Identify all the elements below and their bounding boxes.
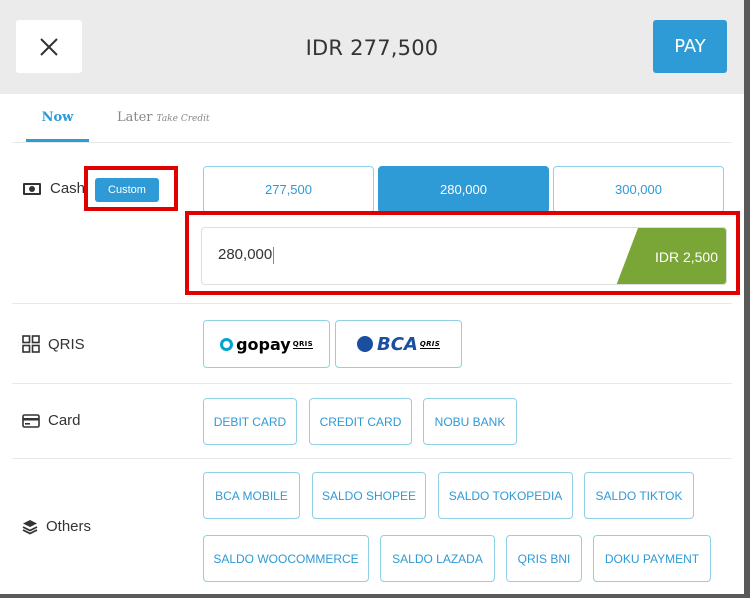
divider: [12, 383, 732, 384]
others-label: Others: [22, 518, 91, 535]
custom-amount-button[interactable]: Custom: [95, 178, 159, 202]
layers-icon: [22, 519, 38, 535]
gopay-qris-button[interactable]: gopay QRIS: [203, 320, 330, 368]
others-label-text: Others: [46, 518, 92, 535]
cash-input-value: 280,000: [218, 246, 275, 264]
divider: [12, 142, 732, 143]
bca-logo: BCA QRIS: [356, 334, 441, 355]
scrollbar[interactable]: [744, 0, 750, 598]
divider: [12, 303, 732, 304]
header-bar: IDR 277,500 PAY: [0, 0, 744, 94]
card-label: Card: [22, 412, 81, 429]
tab-now-label: Now: [41, 110, 74, 125]
tab-later-label: Later: [117, 110, 153, 125]
qris-bni-button[interactable]: QRIS BNI: [506, 535, 582, 582]
cash-label: Cash: [22, 180, 85, 197]
tab-now[interactable]: Now: [26, 110, 89, 142]
debit-card-button[interactable]: DEBIT CARD: [203, 398, 297, 445]
saldo-tiktok-button[interactable]: SALDO TIKTOK: [584, 472, 694, 519]
card-label-text: Card: [48, 412, 81, 429]
pay-button[interactable]: PAY: [653, 20, 727, 73]
gopay-logo: gopay QRIS: [220, 335, 313, 354]
tab-later[interactable]: Later Take Credit: [117, 110, 210, 125]
saldo-woocommerce-button[interactable]: SALDO WOOCOMMERCE: [203, 535, 369, 582]
payment-modal: IDR 277,500 PAY Now Later Take Credit Cas…: [0, 0, 744, 594]
cash-icon: [23, 182, 41, 195]
qris-label-text: QRIS: [48, 335, 85, 353]
cash-label-text: Cash: [50, 180, 86, 197]
divider: [12, 458, 732, 459]
cash-amount-300000[interactable]: 300,000: [553, 166, 724, 213]
credit-card-button[interactable]: CREDIT CARD: [309, 398, 412, 445]
bca-qris-button[interactable]: BCA QRIS: [335, 320, 462, 368]
cash-amount-280000[interactable]: 280,000: [378, 166, 549, 213]
doku-payment-button[interactable]: DOKU PAYMENT: [593, 535, 711, 582]
bca-mobile-button[interactable]: BCA MOBILE: [203, 472, 300, 519]
payment-tabs: Now Later Take Credit: [0, 94, 744, 142]
grid-icon: [22, 335, 40, 353]
saldo-shopee-button[interactable]: SALDO SHOPEE: [312, 472, 426, 519]
change-amount-tag: IDR 2,500: [616, 228, 726, 284]
nobu-bank-button[interactable]: NOBU BANK: [423, 398, 517, 445]
card-icon: [22, 413, 40, 428]
saldo-lazada-button[interactable]: SALDO LAZADA: [380, 535, 495, 582]
total-amount-title: IDR 277,500: [305, 36, 439, 60]
saldo-tokopedia-button[interactable]: SALDO TOKOPEDIA: [438, 472, 573, 519]
tab-later-sublabel: Take Credit: [156, 114, 210, 124]
cash-amount-277500[interactable]: 277,500: [203, 166, 374, 213]
qris-label: QRIS: [22, 335, 85, 353]
cash-input-field[interactable]: 280,000 IDR 2,500: [201, 227, 727, 285]
